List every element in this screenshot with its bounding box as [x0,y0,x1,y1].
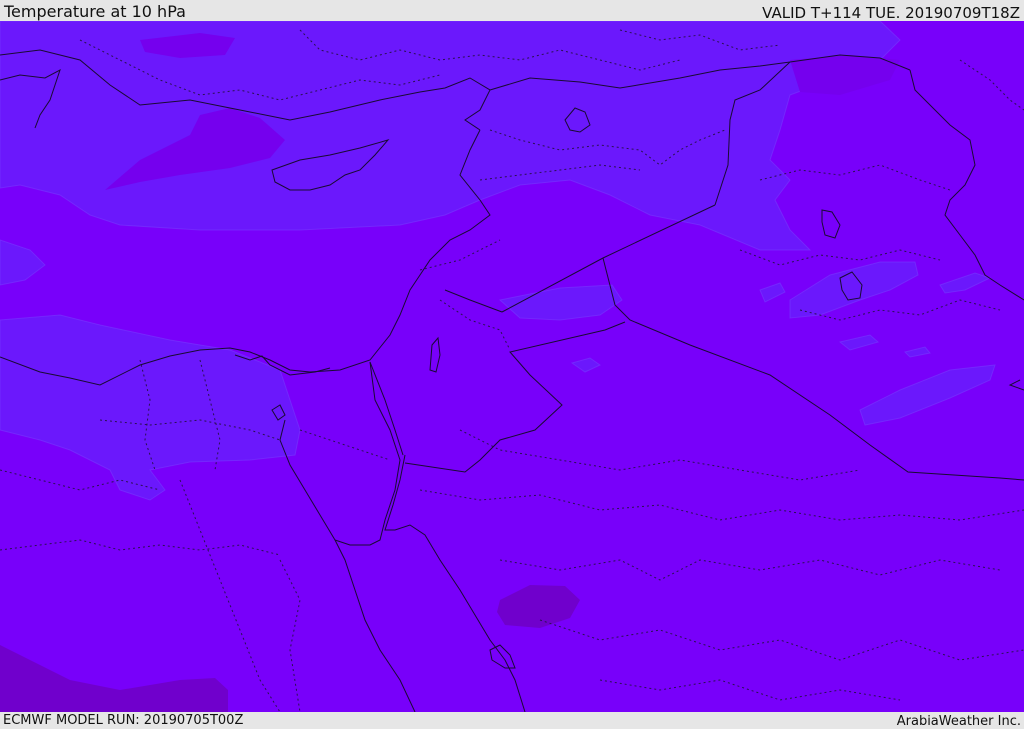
header-bar: Temperature at 10 hPa VALID T+114 TUE. 2… [0,0,1024,21]
footer-bar: ECMWF MODEL RUN: 20190705T00Z ArabiaWeat… [0,712,1024,729]
credit-label: ArabiaWeather Inc. [896,714,1021,729]
temperature-map [0,21,1024,712]
model-run-label: ECMWF MODEL RUN: 20190705T00Z [3,713,244,728]
map-title: Temperature at 10 hPa [4,2,186,21]
valid-time-label: VALID T+114 TUE. 20190709T18Z [762,4,1020,22]
map-frame: Temperature at 10 hPa VALID T+114 TUE. 2… [0,0,1024,729]
